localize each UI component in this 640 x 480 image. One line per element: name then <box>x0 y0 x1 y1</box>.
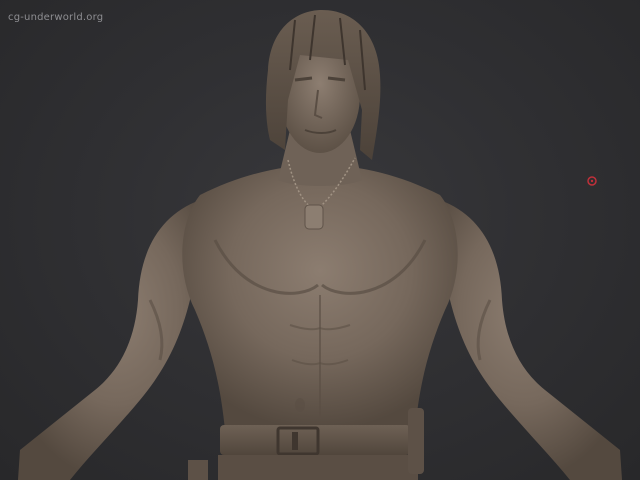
brush-cursor-icon <box>587 176 597 186</box>
sculpt-model[interactable] <box>0 0 640 480</box>
sculpt-viewport[interactable]: cg-underworld.org <box>0 0 640 480</box>
